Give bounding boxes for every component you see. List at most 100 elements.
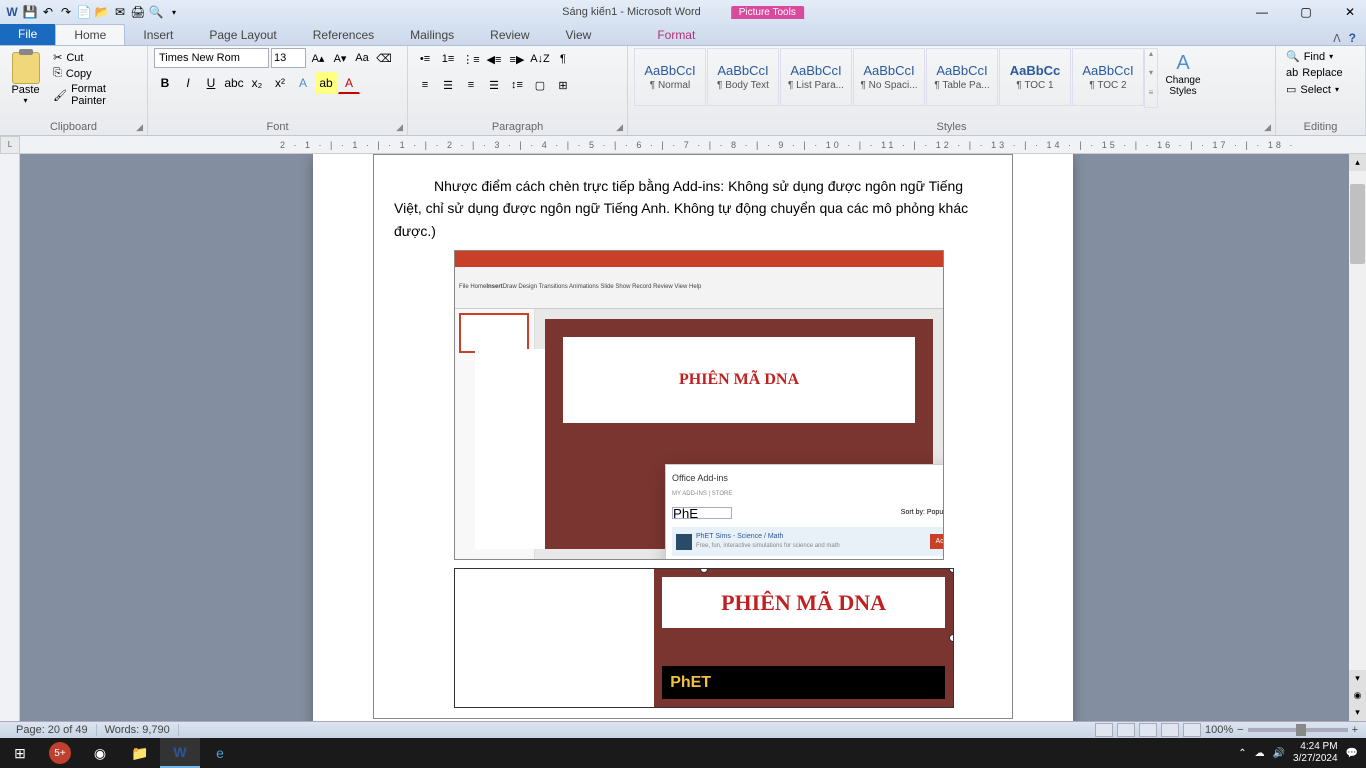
shrink-font-button[interactable]: A▾ bbox=[330, 48, 350, 68]
next-page-icon[interactable]: ▾ bbox=[1349, 704, 1366, 721]
styles-gallery[interactable]: AaBbCcI¶ Normal AaBbCcI¶ Body Text AaBbC… bbox=[634, 48, 1144, 106]
quickprint-icon[interactable]: 🖨 bbox=[130, 4, 146, 20]
paste-dropdown-icon[interactable]: ▾ bbox=[24, 96, 28, 105]
prev-page-icon[interactable]: ◉ bbox=[1349, 687, 1366, 704]
new-icon[interactable]: 📄 bbox=[76, 4, 92, 20]
undo-icon[interactable]: ↶ bbox=[40, 4, 56, 20]
font-name-select[interactable] bbox=[154, 48, 269, 68]
tray-notifications-icon[interactable]: 💬 bbox=[1346, 748, 1358, 759]
superscript-button[interactable]: x² bbox=[269, 72, 291, 94]
gallery-more-icon[interactable]: ≡ bbox=[1145, 88, 1157, 107]
taskbar-edge[interactable]: e bbox=[200, 738, 240, 768]
gallery-up-icon[interactable]: ▴ bbox=[1145, 49, 1157, 68]
email-icon[interactable]: ✉ bbox=[112, 4, 128, 20]
maximize-button[interactable]: ▢ bbox=[1294, 2, 1318, 22]
tab-mailings[interactable]: Mailings bbox=[392, 25, 472, 45]
redo-icon[interactable]: ↷ bbox=[58, 4, 74, 20]
strikethrough-button[interactable]: abc bbox=[223, 72, 245, 94]
change-case-button[interactable]: Aa bbox=[352, 48, 372, 68]
font-dialog-launcher[interactable]: ◢ bbox=[396, 122, 403, 133]
resize-handle-mr[interactable] bbox=[949, 634, 954, 642]
vertical-scrollbar[interactable]: ▴ ▾ ◉ ▾ bbox=[1349, 154, 1366, 721]
bold-button[interactable]: B bbox=[154, 72, 176, 94]
align-center-button[interactable]: ☰ bbox=[437, 74, 459, 96]
word-count-status[interactable]: Words: 9,790 bbox=[97, 724, 179, 736]
text-effects-button[interactable]: A bbox=[292, 72, 314, 94]
preview-icon[interactable]: 🔍 bbox=[148, 4, 164, 20]
outline-view-button[interactable] bbox=[1161, 723, 1179, 737]
format-painter-button[interactable]: 🖌Format Painter bbox=[49, 82, 141, 108]
styles-dialog-launcher[interactable]: ◢ bbox=[1264, 122, 1271, 133]
open-icon[interactable]: 📂 bbox=[94, 4, 110, 20]
tab-file[interactable]: File bbox=[0, 23, 55, 45]
line-spacing-button[interactable]: ↕≡ bbox=[506, 74, 528, 96]
italic-button[interactable]: I bbox=[177, 72, 199, 94]
style-no-spacing[interactable]: AaBbCcI¶ No Spaci... bbox=[853, 48, 925, 106]
zoom-out-button[interactable]: − bbox=[1237, 724, 1243, 736]
fullscreen-view-button[interactable] bbox=[1117, 723, 1135, 737]
paragraph-text[interactable]: Nhược điểm cách chèn trực tiếp bằng Add-… bbox=[394, 175, 992, 242]
cut-button[interactable]: ✂Cut bbox=[49, 50, 141, 65]
clipboard-dialog-launcher[interactable]: ◢ bbox=[136, 122, 143, 133]
web-view-button[interactable] bbox=[1139, 723, 1157, 737]
selected-image[interactable]: PHIÊN MÃ DNA PhET bbox=[454, 568, 954, 708]
help-icon[interactable]: ? bbox=[1349, 31, 1356, 45]
font-color-button[interactable]: A bbox=[338, 72, 360, 94]
borders-button[interactable]: ⊞ bbox=[552, 74, 574, 96]
paragraph-dialog-launcher[interactable]: ◢ bbox=[616, 122, 623, 133]
vertical-ruler[interactable] bbox=[0, 154, 20, 721]
copy-button[interactable]: ⎘Copy bbox=[49, 66, 141, 81]
ruler-corner[interactable]: L bbox=[0, 136, 20, 154]
align-left-button[interactable]: ≡ bbox=[414, 74, 436, 96]
tray-volume-icon[interactable]: 🔊 bbox=[1273, 748, 1285, 759]
change-styles-button[interactable]: A Change Styles bbox=[1158, 48, 1208, 108]
tab-insert[interactable]: Insert bbox=[125, 25, 191, 45]
scroll-up-icon[interactable]: ▴ bbox=[1349, 154, 1366, 171]
tray-clock[interactable]: 4:24 PM 3/27/2024 bbox=[1293, 741, 1338, 765]
page-number-status[interactable]: Page: 20 of 49 bbox=[8, 724, 97, 736]
taskbar-word[interactable]: W bbox=[160, 738, 200, 768]
style-list-para[interactable]: AaBbCcI¶ List Para... bbox=[780, 48, 852, 106]
paste-button[interactable]: Paste ▾ bbox=[6, 48, 45, 108]
decrease-indent-button[interactable]: ◀≡ bbox=[483, 48, 505, 70]
embedded-screenshot-1[interactable]: File Home Insert Draw Design Transitions… bbox=[454, 250, 944, 560]
multilevel-button[interactable]: ⋮≡ bbox=[460, 48, 482, 70]
show-marks-button[interactable]: ¶ bbox=[552, 48, 574, 70]
tab-home[interactable]: Home bbox=[55, 24, 125, 45]
bullets-button[interactable]: •≡ bbox=[414, 48, 436, 70]
sort-button[interactable]: A↓Z bbox=[529, 48, 551, 70]
select-button[interactable]: ▭Select▾ bbox=[1282, 81, 1359, 98]
zoom-in-button[interactable]: + bbox=[1352, 724, 1358, 736]
tab-review[interactable]: Review bbox=[472, 25, 547, 45]
font-size-select[interactable] bbox=[271, 48, 306, 68]
grow-font-button[interactable]: A▴ bbox=[308, 48, 328, 68]
tab-view[interactable]: View bbox=[548, 25, 610, 45]
gallery-down-icon[interactable]: ▾ bbox=[1145, 68, 1157, 87]
zoom-slider[interactable] bbox=[1248, 728, 1348, 732]
document-scroll[interactable]: Nhược điểm cách chèn trực tiếp bằng Add-… bbox=[20, 154, 1366, 721]
increase-indent-button[interactable]: ≡▶ bbox=[506, 48, 528, 70]
tray-chevron-icon[interactable]: ⌃ bbox=[1238, 748, 1246, 759]
taskbar-chrome[interactable]: ◉ bbox=[80, 738, 120, 768]
taskbar-cortana[interactable]: 5+ bbox=[49, 742, 71, 764]
qat-dropdown-icon[interactable]: ▾ bbox=[166, 4, 182, 20]
replace-button[interactable]: abReplace bbox=[1282, 65, 1359, 81]
style-toc1[interactable]: AaBbCc¶ TOC 1 bbox=[999, 48, 1071, 106]
highlight-button[interactable]: ab bbox=[315, 72, 337, 94]
draft-view-button[interactable] bbox=[1183, 723, 1201, 737]
taskbar-explorer[interactable]: 📁 bbox=[120, 738, 160, 768]
underline-button[interactable]: U bbox=[200, 72, 222, 94]
tray-cloud-icon[interactable]: ☁ bbox=[1255, 748, 1265, 759]
print-layout-view-button[interactable] bbox=[1095, 723, 1113, 737]
clear-formatting-button[interactable]: ⌫ bbox=[374, 48, 394, 68]
document-page[interactable]: Nhược điểm cách chèn trực tiếp bằng Add-… bbox=[313, 154, 1073, 721]
tab-page-layout[interactable]: Page Layout bbox=[191, 25, 294, 45]
justify-button[interactable]: ☰ bbox=[483, 74, 505, 96]
save-icon[interactable]: 💾 bbox=[22, 4, 38, 20]
minimize-button[interactable]: — bbox=[1250, 2, 1274, 22]
align-right-button[interactable]: ≡ bbox=[460, 74, 482, 96]
tab-references[interactable]: References bbox=[295, 25, 392, 45]
subscript-button[interactable]: x₂ bbox=[246, 72, 268, 94]
find-button[interactable]: 🔍Find▾ bbox=[1282, 48, 1359, 65]
numbering-button[interactable]: 1≡ bbox=[437, 48, 459, 70]
